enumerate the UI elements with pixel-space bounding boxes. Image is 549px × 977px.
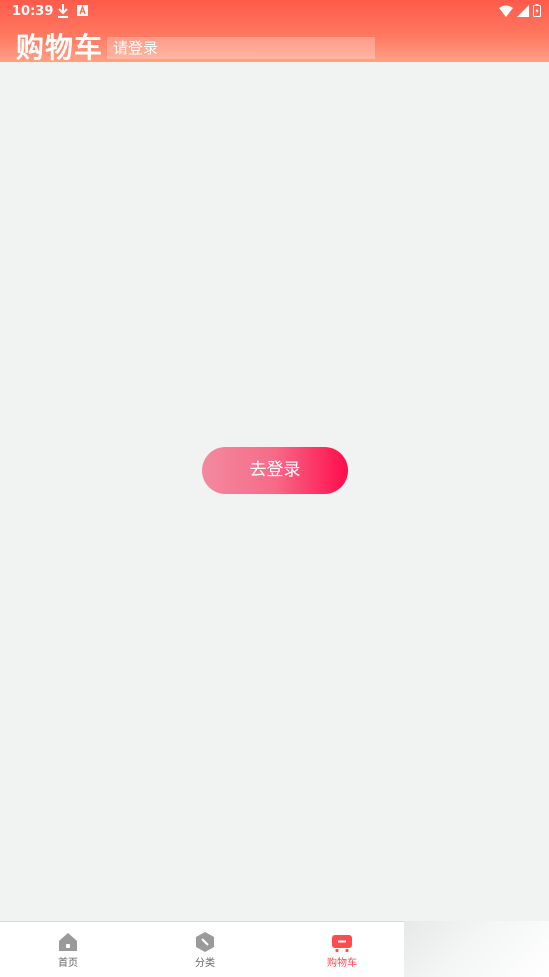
bottom-tabbar: 首页 分类 购物车 — [0, 921, 549, 977]
cart-icon — [332, 935, 352, 953]
page-title: 购物车 — [16, 31, 104, 64]
home-icon — [59, 933, 77, 951]
tab-cart-label: 购物车 — [327, 958, 357, 969]
tab-home[interactable]: 首页 — [28, 931, 108, 969]
notification-a-icon — [77, 5, 88, 16]
status-time: 10:39 — [12, 4, 54, 19]
login-button[interactable]: 去登录 — [202, 447, 348, 494]
tabbar-divider — [0, 921, 404, 922]
app-header: 10:39 购物车 请登录 — [0, 0, 549, 64]
signal-icon — [517, 4, 529, 17]
tabbar-decoration — [404, 921, 549, 977]
tab-category[interactable]: 分类 — [165, 931, 245, 969]
tab-cart[interactable]: 购物车 — [302, 931, 382, 969]
search-input[interactable]: 请登录 — [107, 37, 376, 59]
download-icon — [58, 4, 68, 18]
header-title-row: 购物车 请登录 — [16, 26, 376, 66]
wifi-icon — [499, 5, 513, 17]
status-right — [499, 4, 541, 17]
category-icon — [196, 932, 214, 952]
tab-home-label: 首页 — [58, 958, 78, 969]
tab-category-label: 分类 — [195, 958, 215, 969]
status-bar: 10:39 — [0, 0, 549, 24]
battery-icon — [533, 4, 541, 17]
